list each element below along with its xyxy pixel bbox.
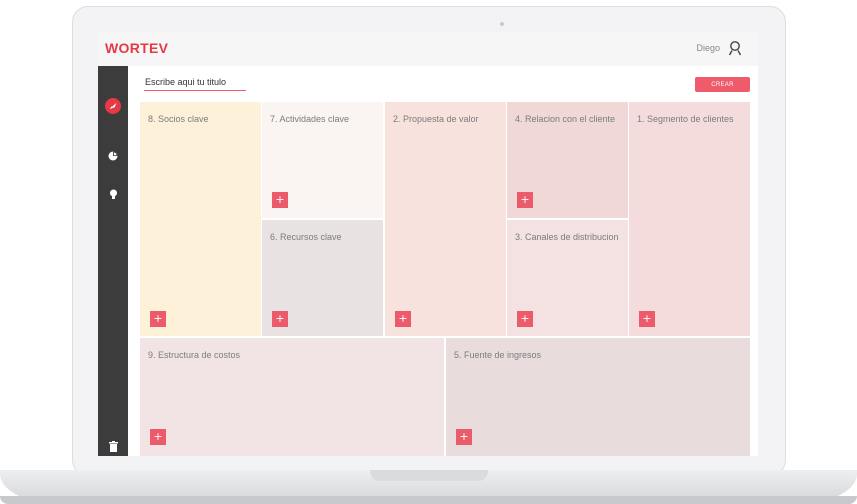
add-relacion-button[interactable]: +: [517, 192, 533, 208]
block-relacion-cliente: 4. Relacion con el cliente +: [507, 102, 628, 218]
user-name: Diego: [696, 43, 720, 53]
top-bar: WORTEV Diego: [98, 32, 758, 66]
sidebar: [98, 66, 128, 456]
block-segmento-clientes: 1. Segmento de clientes +: [629, 102, 750, 336]
trash-icon: [108, 440, 118, 452]
sidebar-item-trash[interactable]: [105, 438, 121, 454]
block-estructura-costos: 9. Estructura de costos +: [140, 338, 444, 456]
sidebar-item-chart[interactable]: [105, 148, 121, 164]
add-segmento-button[interactable]: +: [639, 311, 655, 327]
block-label: 6. Recursos clave: [270, 232, 342, 242]
rocket-icon: [105, 98, 121, 114]
sidebar-item-ideas[interactable]: [105, 186, 121, 202]
app-screen: WORTEV Diego Escribe aqui tu titulo CREA…: [98, 32, 758, 456]
create-button[interactable]: CREAR: [695, 77, 750, 92]
block-label: 4. Relacion con el cliente: [515, 114, 616, 124]
block-label: 1. Segmento de clientes: [637, 114, 734, 124]
block-label: 5. Fuente de ingresos: [454, 350, 542, 360]
block-propuesta-valor: 2. Propuesta de valor +: [385, 102, 506, 336]
block-label: 7. Actividades clave: [270, 114, 350, 124]
add-actividades-button[interactable]: +: [272, 192, 288, 208]
add-ingresos-button[interactable]: +: [456, 429, 472, 445]
title-input[interactable]: [144, 73, 246, 91]
block-recursos-clave: 6. Recursos clave +: [262, 220, 383, 336]
laptop-base-shadow: [0, 496, 857, 504]
add-propuesta-button[interactable]: +: [395, 311, 411, 327]
add-recursos-button[interactable]: +: [272, 311, 288, 327]
block-label: 9. Estructura de costos: [148, 350, 241, 360]
block-label: 3. Canales de distribucion: [515, 232, 619, 242]
pie-chart-icon: [108, 151, 118, 161]
laptop-notch: [370, 470, 488, 481]
block-label: 8. Socios clave: [148, 114, 209, 124]
camera-dot: [500, 22, 504, 26]
block-canales-distribucion: 3. Canales de distribucion +: [507, 220, 628, 336]
bulb-icon: [109, 189, 117, 199]
block-actividades-clave: 7. Actividades clave +: [262, 102, 383, 218]
brand-logo[interactable]: WORTEV: [105, 40, 168, 56]
sidebar-item-rocket[interactable]: [105, 98, 121, 114]
user-icon[interactable]: [728, 40, 742, 56]
add-canales-button[interactable]: +: [517, 311, 533, 327]
block-fuente-ingresos: 5. Fuente de ingresos +: [446, 338, 750, 456]
add-socios-button[interactable]: +: [150, 311, 166, 327]
block-socios-clave: 8. Socios clave +: [140, 102, 261, 336]
block-label: 2. Propuesta de valor: [393, 114, 479, 124]
add-costos-button[interactable]: +: [150, 429, 166, 445]
